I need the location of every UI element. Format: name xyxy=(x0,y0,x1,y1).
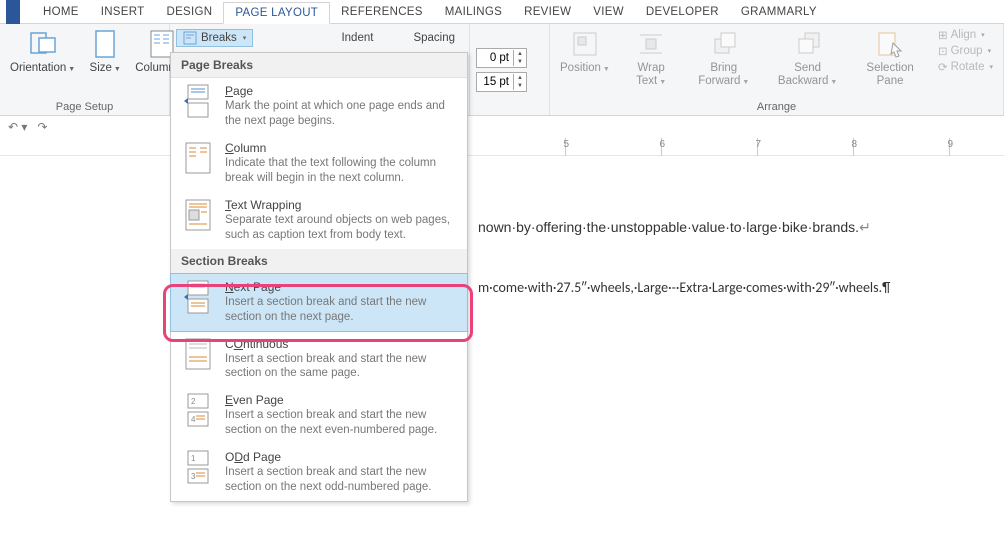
menu-item-text-wrapping[interactable]: Text WrappingSeparate text around object… xyxy=(171,192,467,249)
next-page-icon xyxy=(181,280,215,314)
odd-page-icon: 13 xyxy=(181,450,215,484)
text-wrapping-icon xyxy=(181,198,215,232)
breaks-button[interactable]: Breaks▾ xyxy=(176,29,253,47)
menu-item-page[interactable]: PageMark the point at which one page end… xyxy=(171,78,467,135)
size-button[interactable]: Size▼ xyxy=(85,26,125,77)
tab-developer[interactable]: DEVELOPER xyxy=(635,2,730,22)
spin-up-icon[interactable]: ▲ xyxy=(514,74,526,82)
align-button[interactable]: ⊞Align▾ xyxy=(938,28,993,42)
tab-design[interactable]: DESIGN xyxy=(155,2,223,22)
bring-forward-icon xyxy=(708,28,740,60)
group-label-arrange: Arrange xyxy=(556,101,997,115)
send-backward-button[interactable]: Send Backward▼ xyxy=(769,26,846,89)
continuous-icon xyxy=(181,337,215,371)
svg-text:2: 2 xyxy=(191,397,196,406)
spin-down-icon[interactable]: ▼ xyxy=(514,82,526,90)
svg-text:3: 3 xyxy=(191,472,196,481)
tab-home[interactable]: HOME xyxy=(32,2,90,22)
tab-mailings[interactable]: MAILINGS xyxy=(434,2,513,22)
group-icon: ⊡ xyxy=(938,44,948,58)
selection-pane-icon xyxy=(874,28,906,60)
menu-item-odd-page[interactable]: 13 ODd PageInsert a section break and st… xyxy=(171,444,467,501)
breaks-icon xyxy=(183,31,197,45)
orientation-button[interactable]: Orientation▼ xyxy=(6,26,79,77)
group-label-page-setup: Page Setup xyxy=(6,101,163,115)
spin-down-icon[interactable]: ▼ xyxy=(514,58,526,66)
align-icon: ⊞ xyxy=(938,28,948,42)
ruler[interactable] xyxy=(0,138,1004,156)
menu-item-column[interactable]: ColumnIndicate that the text following t… xyxy=(171,135,467,192)
tab-grammarly[interactable]: GRAMMARLY xyxy=(730,2,828,22)
document-text-line[interactable]: m·come·with·27.5″·wheels,·Large·-·Extra·… xyxy=(478,277,1004,299)
selection-pane-button[interactable]: Selection Pane xyxy=(856,26,924,89)
dropdown-section-section-breaks: Section Breaks xyxy=(171,249,467,274)
app-icon xyxy=(6,0,20,24)
tab-insert[interactable]: INSERT xyxy=(90,2,156,22)
rotate-button[interactable]: ⟳Rotate▾ xyxy=(938,60,993,74)
svg-text:1: 1 xyxy=(191,454,196,463)
bring-forward-button[interactable]: Bring Forward▼ xyxy=(688,26,759,89)
ribbon-tabs: HOME INSERT DESIGN PAGE LAYOUT REFERENCE… xyxy=(0,0,1004,24)
breaks-dropdown: Page Breaks PageMark the point at which … xyxy=(170,52,468,502)
quick-access-row: ↶ ▾ ↷ xyxy=(0,116,1004,138)
indent-label: Indent xyxy=(341,32,373,44)
page-break-icon xyxy=(181,84,215,118)
document-area[interactable]: nown·by·offering·the·unstoppable·value·t… xyxy=(0,156,1004,300)
orientation-icon xyxy=(27,28,59,60)
group-page-setup: Orientation▼ Size▼ Columns▼ Page Setup xyxy=(0,24,170,115)
group-spacing-values: ▲▼ ▲▼ xyxy=(470,24,550,115)
wrap-text-icon xyxy=(635,28,667,60)
tab-references[interactable]: REFERENCES xyxy=(330,2,434,22)
ribbon: Orientation▼ Size▼ Columns▼ Page Setup B… xyxy=(0,24,1004,116)
wrap-text-button[interactable]: Wrap Text▼ xyxy=(624,26,679,89)
undo-dropdown-icon[interactable]: ↶ ▾ xyxy=(8,120,27,134)
position-icon xyxy=(569,28,601,60)
spin-up-icon[interactable]: ▲ xyxy=(514,50,526,58)
spacing-after-spinner[interactable]: ▲▼ xyxy=(476,72,527,92)
spacing-after-input[interactable] xyxy=(477,76,513,88)
send-backward-icon xyxy=(792,28,824,60)
column-break-icon xyxy=(181,141,215,175)
tab-page-layout[interactable]: PAGE LAYOUT xyxy=(223,2,330,24)
svg-text:4: 4 xyxy=(191,415,196,424)
size-icon xyxy=(89,28,121,60)
tab-view[interactable]: VIEW xyxy=(582,2,635,22)
position-button[interactable]: Position▼ xyxy=(556,26,614,77)
group-button[interactable]: ⊡Group▾ xyxy=(938,44,993,58)
spacing-label: Spacing xyxy=(413,32,455,44)
spacing-before-spinner[interactable]: ▲▼ xyxy=(476,48,527,68)
dropdown-section-page-breaks: Page Breaks xyxy=(171,53,467,78)
menu-item-next-page[interactable]: Next PageInsert a section break and star… xyxy=(170,273,468,332)
spacing-before-input[interactable] xyxy=(477,52,513,64)
tab-review[interactable]: REVIEW xyxy=(513,2,582,22)
menu-item-continuous[interactable]: COntinuousInsert a section break and sta… xyxy=(171,331,467,388)
even-page-icon: 24 xyxy=(181,393,215,427)
redo-icon[interactable]: ↷ xyxy=(37,120,47,134)
group-arrange: Position▼ Wrap Text▼ Bring Forward▼ Send… xyxy=(550,24,1004,115)
rotate-icon: ⟳ xyxy=(938,60,948,74)
menu-item-even-page[interactable]: 24 Even PageInsert a section break and s… xyxy=(171,387,467,444)
document-text-line[interactable]: nown·by·offering·the·unstoppable·value·t… xyxy=(478,216,1004,239)
